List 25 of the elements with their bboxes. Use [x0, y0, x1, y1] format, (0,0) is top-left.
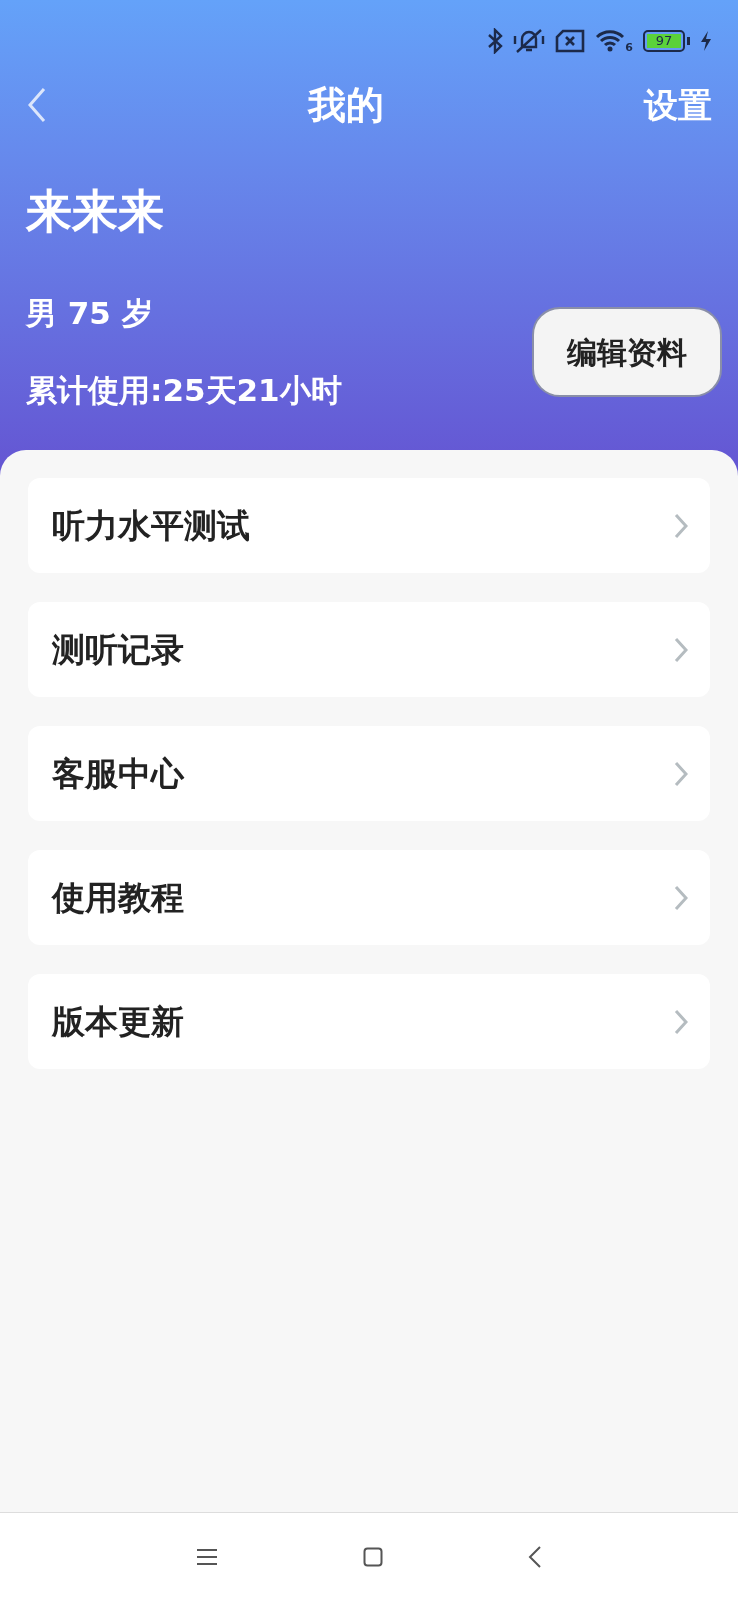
battery-indicator: 97: [643, 30, 690, 52]
menu-item[interactable]: 客服中心: [28, 726, 710, 821]
wifi-band-label: 6: [625, 42, 633, 53]
edit-profile-button[interactable]: 编辑资料: [532, 307, 722, 397]
chevron-right-icon: [674, 636, 688, 663]
page-title: 我的: [308, 81, 384, 129]
menu-item[interactable]: 使用教程: [28, 850, 710, 945]
menu-item[interactable]: 版本更新: [28, 974, 710, 1069]
chevron-right-icon: [674, 884, 688, 911]
menu-icon[interactable]: [196, 1547, 218, 1566]
chevron-right-icon: [674, 512, 688, 539]
chevron-right-icon: [674, 1008, 688, 1035]
chevron-right-icon: [674, 760, 688, 787]
menu-item[interactable]: 听力水平测试: [28, 478, 710, 573]
menu-item[interactable]: 测听记录: [28, 602, 710, 697]
sim-card-icon: [555, 29, 586, 53]
charging-icon: [700, 31, 712, 51]
user-name: 来来来: [26, 188, 164, 234]
user-info: 男 75 岁: [26, 298, 154, 329]
back-icon[interactable]: [528, 1545, 542, 1568]
home-icon[interactable]: [363, 1546, 383, 1567]
usage-time: 累计使用:25天21小时: [26, 375, 342, 406]
bluetooth-icon: [487, 28, 504, 54]
wifi-icon: [595, 29, 626, 53]
muted-bell-icon: [513, 28, 546, 54]
